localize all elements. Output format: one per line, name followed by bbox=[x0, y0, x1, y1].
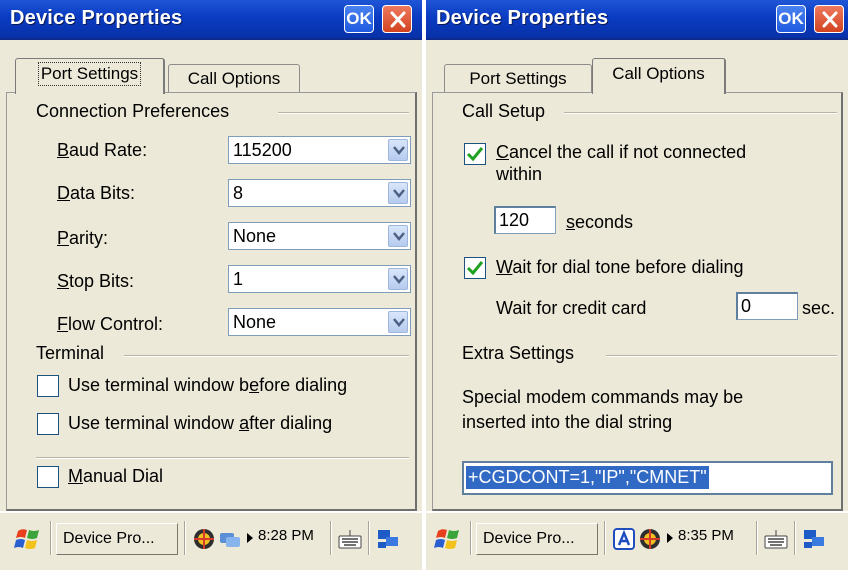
desktop-icon[interactable] bbox=[802, 527, 826, 551]
close-button[interactable] bbox=[382, 5, 412, 33]
baud-rate-select[interactable]: 115200 bbox=[228, 136, 411, 164]
tray-arrow-icon[interactable] bbox=[246, 533, 254, 543]
cancel-call-checkbox[interactable] bbox=[464, 143, 486, 165]
parity-select[interactable]: None bbox=[228, 222, 411, 250]
windows-start-icon[interactable] bbox=[14, 525, 42, 553]
checkmark-icon bbox=[466, 261, 484, 276]
stop-bits-label: Stop Bits: bbox=[57, 271, 135, 291]
clock-time[interactable]: 8:28 PM bbox=[258, 527, 314, 544]
taskbar: Device Pro... 8:28 PM bbox=[0, 511, 422, 570]
clock-time[interactable]: 8:35 PM bbox=[678, 527, 734, 544]
taskbar-separator bbox=[794, 521, 796, 555]
close-button[interactable] bbox=[814, 5, 844, 33]
group-label-terminal: Terminal bbox=[36, 343, 105, 363]
group-divider bbox=[124, 355, 409, 357]
tab-call-options[interactable]: Call Options bbox=[592, 58, 726, 94]
group-divider bbox=[36, 457, 409, 459]
extra-settings-description-line2: inserted into the dial string bbox=[462, 412, 673, 432]
tab-port-settings[interactable]: Port Settings bbox=[15, 58, 165, 94]
chevron-down-icon[interactable] bbox=[388, 182, 408, 204]
sec-label: sec. bbox=[802, 298, 836, 318]
checkmark-icon bbox=[466, 147, 484, 162]
keyboard-icon[interactable] bbox=[338, 527, 362, 551]
taskbar-separator bbox=[470, 521, 472, 555]
baud-rate-label: Baud Rate: bbox=[57, 140, 148, 160]
group-label-extra-settings: Extra Settings bbox=[462, 343, 575, 363]
flow-control-label: Flow Control: bbox=[57, 314, 164, 334]
left-screen: Device Properties OK Port Settings Call … bbox=[0, 0, 422, 570]
data-bits-select[interactable]: 8 bbox=[228, 179, 411, 207]
terminal-after-checkbox[interactable] bbox=[37, 413, 59, 435]
ok-button[interactable]: OK bbox=[344, 5, 374, 33]
taskbar-separator bbox=[330, 521, 332, 555]
credit-card-label: Wait for credit card bbox=[496, 298, 647, 318]
stop-bits-select[interactable]: 1 bbox=[228, 265, 411, 293]
right-screen: Device Properties OK Port Settings Call … bbox=[426, 0, 848, 570]
close-icon bbox=[822, 11, 838, 28]
group-label-connection-preferences: Connection Preferences bbox=[36, 101, 230, 121]
chevron-down-icon[interactable] bbox=[388, 268, 408, 290]
extra-settings-description-line1: Special modem commands may be bbox=[462, 387, 744, 407]
title-bar: Device Properties OK bbox=[426, 0, 848, 40]
dial-tone-checkbox[interactable] bbox=[464, 257, 486, 279]
close-icon bbox=[390, 11, 406, 28]
flow-control-select[interactable]: None bbox=[228, 308, 411, 336]
terminal-before-label: Use terminal window before dialing bbox=[68, 375, 348, 395]
group-label-call-setup: Call Setup bbox=[462, 101, 546, 121]
taskbar-separator bbox=[50, 521, 52, 555]
modem-command-input[interactable]: +CGDCONT=1,"IP","CMNET" bbox=[462, 461, 833, 495]
manual-dial-label: Manual Dial bbox=[68, 466, 164, 486]
taskbar-separator bbox=[368, 521, 370, 555]
dial-tone-label: Wait for dial tone before dialing bbox=[496, 257, 744, 277]
cancel-call-label: Cancel the call if not connected bbox=[496, 142, 747, 162]
group-divider bbox=[606, 355, 837, 357]
seconds-label: seconds bbox=[566, 212, 634, 232]
desktop-icon[interactable] bbox=[376, 527, 400, 551]
credit-card-input[interactable]: 0 bbox=[736, 292, 798, 320]
taskbar: Device Pro... 8:35 PM bbox=[426, 511, 848, 570]
taskbar-task-device-properties[interactable]: Device Pro... bbox=[476, 523, 598, 555]
keyboard-icon[interactable] bbox=[764, 527, 788, 551]
tab-call-options[interactable]: Call Options bbox=[168, 64, 300, 93]
title-bar: Device Properties OK bbox=[0, 0, 422, 40]
data-bits-label: Data Bits: bbox=[57, 183, 136, 203]
chevron-down-icon[interactable] bbox=[388, 139, 408, 161]
taskbar-separator bbox=[184, 521, 186, 555]
taskbar-task-device-properties[interactable]: Device Pro... bbox=[56, 523, 178, 555]
windows-start-icon[interactable] bbox=[434, 525, 462, 553]
terminal-after-label: Use terminal window after dialing bbox=[68, 413, 333, 433]
group-divider bbox=[564, 112, 837, 114]
window-title: Device Properties bbox=[10, 7, 183, 29]
timeout-seconds-input[interactable]: 120 bbox=[494, 206, 556, 234]
terminal-before-checkbox[interactable] bbox=[37, 375, 59, 397]
input-mode-a-icon[interactable] bbox=[612, 527, 636, 551]
window-title: Device Properties bbox=[436, 7, 609, 29]
tray-arrow-icon[interactable] bbox=[666, 533, 674, 543]
taskbar-separator bbox=[756, 521, 758, 555]
connection-icon[interactable] bbox=[218, 527, 242, 551]
parity-label: Parity: bbox=[57, 228, 109, 248]
cancel-call-label-line2: within bbox=[496, 164, 543, 184]
chevron-down-icon[interactable] bbox=[388, 225, 408, 247]
tab-port-settings[interactable]: Port Settings bbox=[444, 64, 592, 93]
manual-dial-checkbox[interactable] bbox=[37, 466, 59, 488]
group-divider bbox=[278, 112, 409, 114]
network-status-icon[interactable] bbox=[638, 527, 662, 551]
chevron-down-icon[interactable] bbox=[388, 311, 408, 333]
network-status-icon[interactable] bbox=[192, 527, 216, 551]
ok-button[interactable]: OK bbox=[776, 5, 806, 33]
taskbar-separator bbox=[604, 521, 606, 555]
